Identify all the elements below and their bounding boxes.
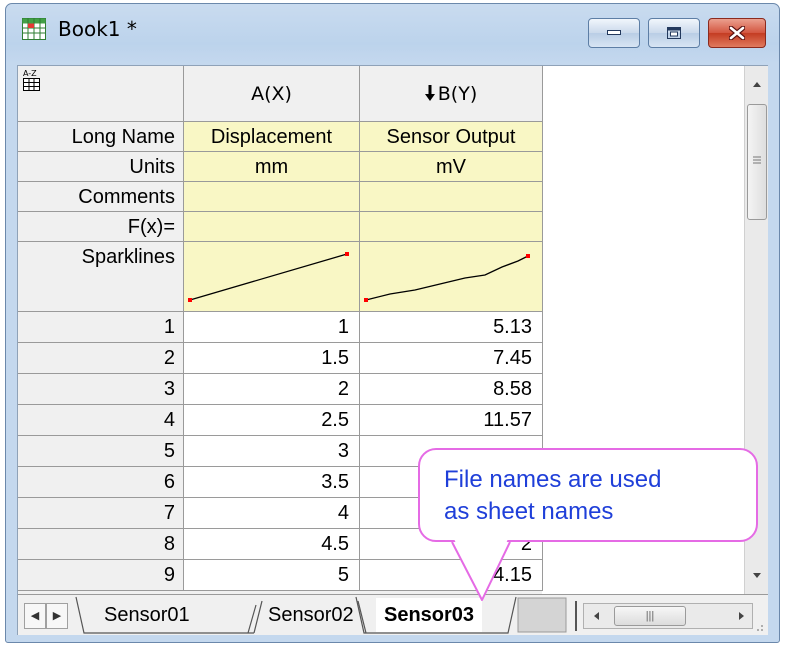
row-label-formula[interactable]: F(x)= (18, 212, 184, 242)
row-label-sparklines[interactable]: Sparklines (18, 242, 184, 312)
cell-b-long-name[interactable]: Sensor Output (360, 122, 543, 152)
row-label-units[interactable]: Units (18, 152, 184, 182)
horizontal-scrollbar[interactable]: ||| (583, 603, 753, 629)
cell-b-comments[interactable] (360, 182, 543, 212)
scroll-right-icon[interactable] (732, 604, 750, 628)
scroll-up-icon[interactable] (746, 74, 768, 94)
scroll-down-icon[interactable] (746, 566, 768, 586)
cell-a-value[interactable]: 4.5 (184, 529, 360, 560)
scroll-left-icon[interactable] (588, 604, 606, 628)
sparkline-a (188, 252, 349, 302)
sheet-tab-strip: ◀ ▶ Sensor01 Sensor02 Sensor03 ||| (18, 594, 768, 635)
sheet-tab-sensor03[interactable]: Sensor03 (376, 598, 483, 632)
column-header-b-label: B(Y) (437, 83, 478, 105)
maximize-button[interactable] (648, 18, 700, 48)
down-arrow-icon (424, 85, 435, 101)
window-title: Book1 * (58, 17, 137, 41)
cell-b-value[interactable]: 8.58 (360, 374, 543, 405)
grip-icon: ||| (645, 610, 655, 622)
cell-a-units[interactable]: mm (184, 152, 360, 182)
row-label-long-name[interactable]: Long Name (18, 122, 184, 152)
cell-b-units[interactable]: mV (360, 152, 543, 182)
cell-a-value[interactable]: 3.5 (184, 467, 360, 498)
cell-b-value[interactable]: 5.13 (360, 312, 543, 343)
row-number[interactable]: 7 (18, 498, 184, 529)
cell-b-value[interactable]: 7.45 (360, 343, 543, 374)
row-number[interactable]: 5 (18, 436, 184, 467)
cell-a-value[interactable]: 4 (184, 498, 360, 529)
svg-text:A-Z: A-Z (23, 69, 37, 78)
row-label-comments[interactable]: Comments (18, 182, 184, 212)
cell-a-sparkline[interactable] (184, 242, 360, 312)
grip-icon (753, 156, 761, 164)
workbook-window: Book1 * A-Z A(X) B(Y) Long Name Displace… (5, 3, 780, 643)
cell-b-sparkline[interactable] (360, 242, 543, 312)
callout-box: File names are used as sheet names (418, 448, 758, 542)
worksheet-area: A-Z A(X) B(Y) Long Name Displacement Sen… (17, 65, 768, 635)
cell-a-value[interactable]: 1 (184, 312, 360, 343)
cell-b-formula[interactable] (360, 212, 543, 242)
row-number[interactable]: 9 (18, 560, 184, 591)
callout-text: File names are used as sheet names (444, 466, 662, 525)
row-number[interactable]: 6 (18, 467, 184, 498)
cell-b-value[interactable]: 4.15 (360, 560, 543, 591)
vertical-scroll-thumb[interactable] (747, 104, 767, 220)
sort-az-icon: A-Z (23, 69, 40, 91)
close-button[interactable] (708, 18, 766, 48)
minimize-button[interactable] (588, 18, 640, 48)
cell-a-value[interactable]: 5 (184, 560, 360, 591)
cell-a-value[interactable]: 2 (184, 374, 360, 405)
maximize-icon (667, 27, 681, 39)
row-number[interactable]: 1 (18, 312, 184, 343)
row-number[interactable]: 2 (18, 343, 184, 374)
select-all-corner[interactable]: A-Z (18, 66, 184, 122)
sparkline-b (364, 254, 530, 302)
cell-a-value[interactable]: 2.5 (184, 405, 360, 436)
cell-a-comments[interactable] (184, 182, 360, 212)
row-number[interactable]: 3 (18, 374, 184, 405)
row-number[interactable]: 4 (18, 405, 184, 436)
cell-b-value[interactable]: 11.57 (360, 405, 543, 436)
resize-grip-icon[interactable] (751, 619, 765, 633)
title-bar[interactable]: Book1 * (6, 4, 779, 60)
row-number[interactable]: 8 (18, 529, 184, 560)
minimize-icon (607, 30, 621, 35)
column-header-b[interactable]: B(Y) (360, 66, 543, 122)
horizontal-scroll-thumb[interactable]: ||| (614, 606, 686, 626)
cell-a-long-name[interactable]: Displacement (184, 122, 360, 152)
cell-a-value[interactable]: 3 (184, 436, 360, 467)
column-header-a[interactable]: A(X) (184, 66, 360, 122)
tab-splitter[interactable] (575, 601, 577, 631)
sheet-tab-sensor02[interactable]: Sensor02 (260, 598, 362, 632)
sheet-tab-sensor01[interactable]: Sensor01 (96, 598, 198, 632)
cell-a-value[interactable]: 1.5 (184, 343, 360, 374)
cell-a-formula[interactable] (184, 212, 360, 242)
close-icon (729, 26, 745, 40)
worksheet-icon (22, 18, 46, 40)
